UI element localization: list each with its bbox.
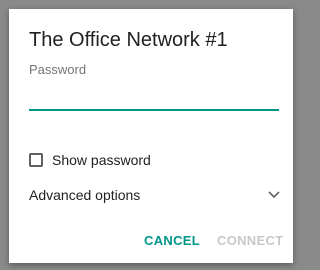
password-label: Password (29, 62, 87, 77)
advanced-options-toggle[interactable]: Advanced options (29, 185, 281, 205)
show-password-checkbox[interactable] (29, 153, 43, 167)
wifi-connect-dialog: The Office Network #1 Password Show pass… (9, 9, 293, 263)
cancel-button[interactable]: CANCEL (144, 233, 200, 248)
connect-button[interactable]: CONNECT (217, 233, 283, 248)
advanced-options-label: Advanced options (29, 187, 141, 203)
chevron-down-icon (267, 188, 281, 202)
show-password-label: Show password (52, 152, 151, 168)
show-password-checkbox-row[interactable]: Show password (29, 151, 151, 169)
dialog-title: The Office Network #1 (29, 29, 228, 51)
password-input[interactable] (29, 85, 279, 111)
